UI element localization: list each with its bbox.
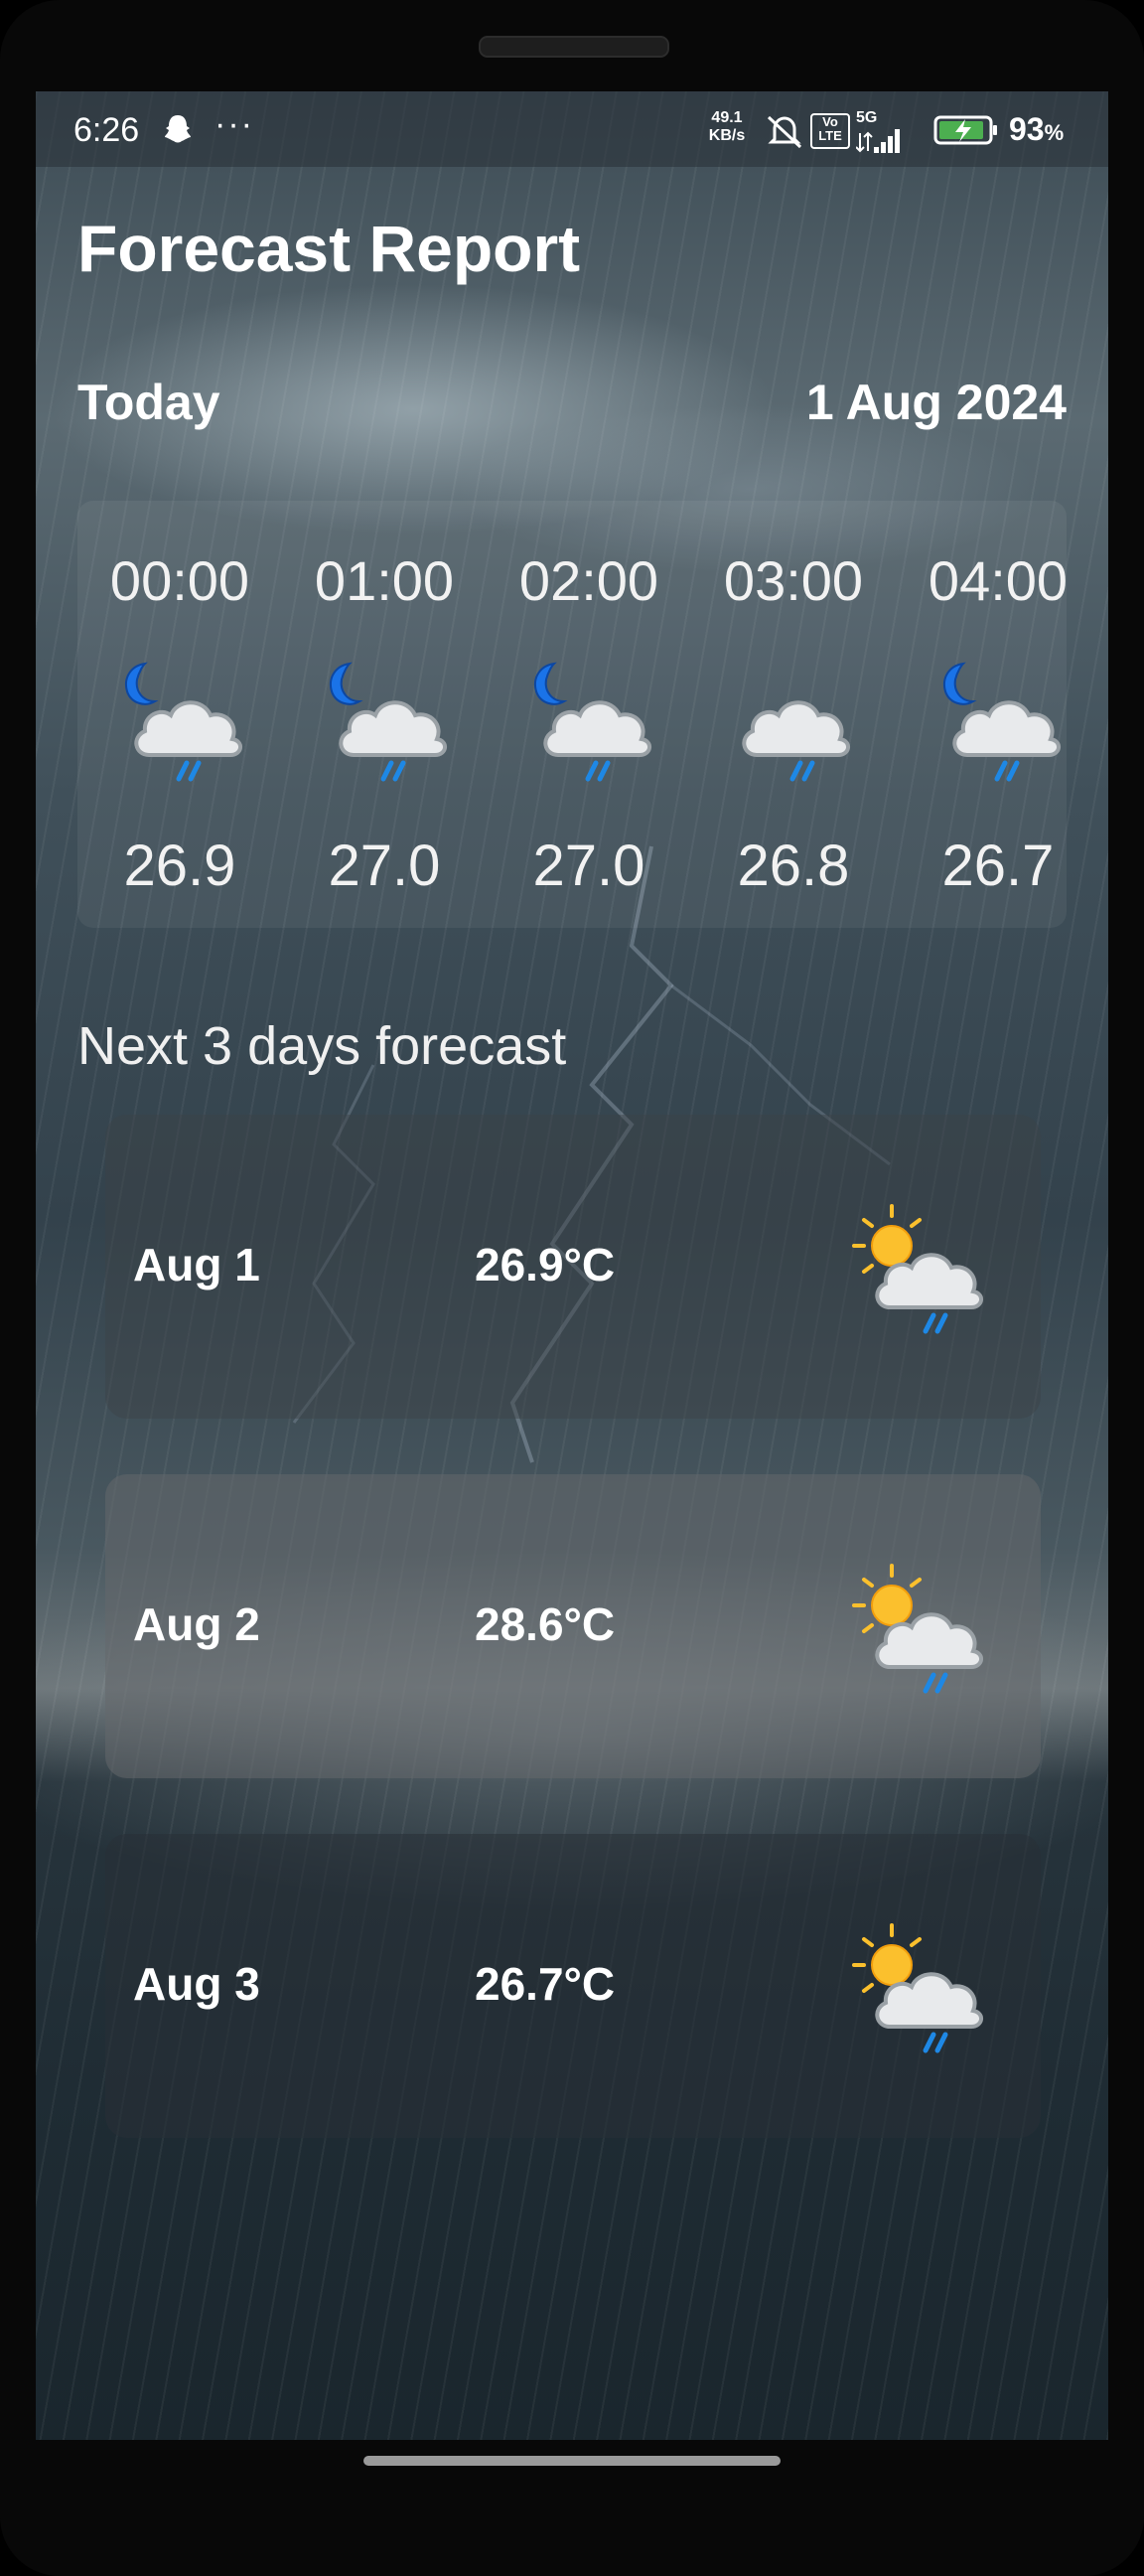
moon-cloud-rain-icon [935,658,1063,785]
day-temp: 26.9°C [475,1239,616,1290]
battery-percent: 93% [1009,111,1064,148]
hourly-time: 03:00 [723,549,864,612]
hourly-item: 02:00 27.0 [487,501,691,928]
day-date: Aug 2 [133,1598,260,1650]
hourly-item: 01:00 27.0 [282,501,487,928]
net-speed-unit: KB/s [708,127,746,144]
hourly-time: 02:00 [518,549,659,612]
moon-cloud-rain-icon [322,658,449,785]
phone-frame: 6:26 ··· 49.1 KB/s Vo LTE 5G 93% Forecas… [0,0,1144,2576]
day-temp: 28.6°C [475,1598,616,1650]
hourly-temp: 26.9 [123,833,236,898]
volte-icon: Vo LTE [810,113,850,149]
speaker-grille [479,36,669,58]
hourly-temp: 26.7 [941,833,1055,898]
day-date: Aug 3 [133,1958,260,2010]
moon-cloud-rain-icon [526,658,653,785]
network-type: 5G [856,109,878,126]
hourly-time: 01:00 [314,549,455,612]
moon-cloud-rain-icon [117,658,244,785]
hourly-time: 04:00 [928,549,1067,612]
net-speed-value: 49.1 [711,109,743,126]
hourly-temp: 26.8 [737,833,850,898]
cloud-rain-icon [731,658,858,785]
section-title: Next 3 days forecast [77,1016,567,1076]
snapchat-ghost-icon [165,115,191,143]
day-date: Aug 1 [133,1239,260,1290]
day-forecast-card[interactable]: Aug 1 26.9°C [105,1115,1041,1419]
signal-icon [856,129,900,153]
page-title: Forecast Report [77,212,581,285]
sun-cloud-rain-icon [848,1917,997,2058]
today-label: Today [77,375,220,430]
battery-charging-icon [933,115,997,145]
app-screen: 6:26 ··· 49.1 KB/s Vo LTE 5G 93% Forecas… [36,91,1108,2440]
net-speed: 49.1 KB/s [699,109,755,145]
status-overflow: ··· [214,105,254,143]
hourly-item: 03:00 26.8 [691,501,896,928]
hourly-forecast-scroller[interactable]: 00:00 26.9 01:00 27.0 02:00 27.0 03:00 2… [77,501,1067,928]
sun-cloud-rain-icon [848,1558,997,1699]
hourly-time: 00:00 [109,549,250,612]
sun-cloud-rain-icon [848,1198,997,1339]
home-indicator[interactable] [363,2456,781,2466]
hourly-item: 00:00 26.9 [77,501,282,928]
today-date: 1 Aug 2024 [805,375,1067,430]
hourly-temp: 27.0 [532,833,645,898]
status-bar: 6:26 ··· 49.1 KB/s Vo LTE 5G 93% [36,91,1108,167]
hourly-item: 04:00 26.7 [896,501,1067,928]
status-time: 6:26 [73,111,140,149]
battery-percent-sign: % [1044,120,1065,145]
mute-icon [767,115,802,149]
day-forecast-card[interactable]: Aug 3 26.7°C [105,1834,1041,2138]
day-forecast-card[interactable]: Aug 2 28.6°C [105,1474,1041,1778]
hourly-temp: 27.0 [328,833,441,898]
battery-percent-value: 93 [1009,111,1045,147]
day-temp: 26.7°C [475,1958,616,2010]
